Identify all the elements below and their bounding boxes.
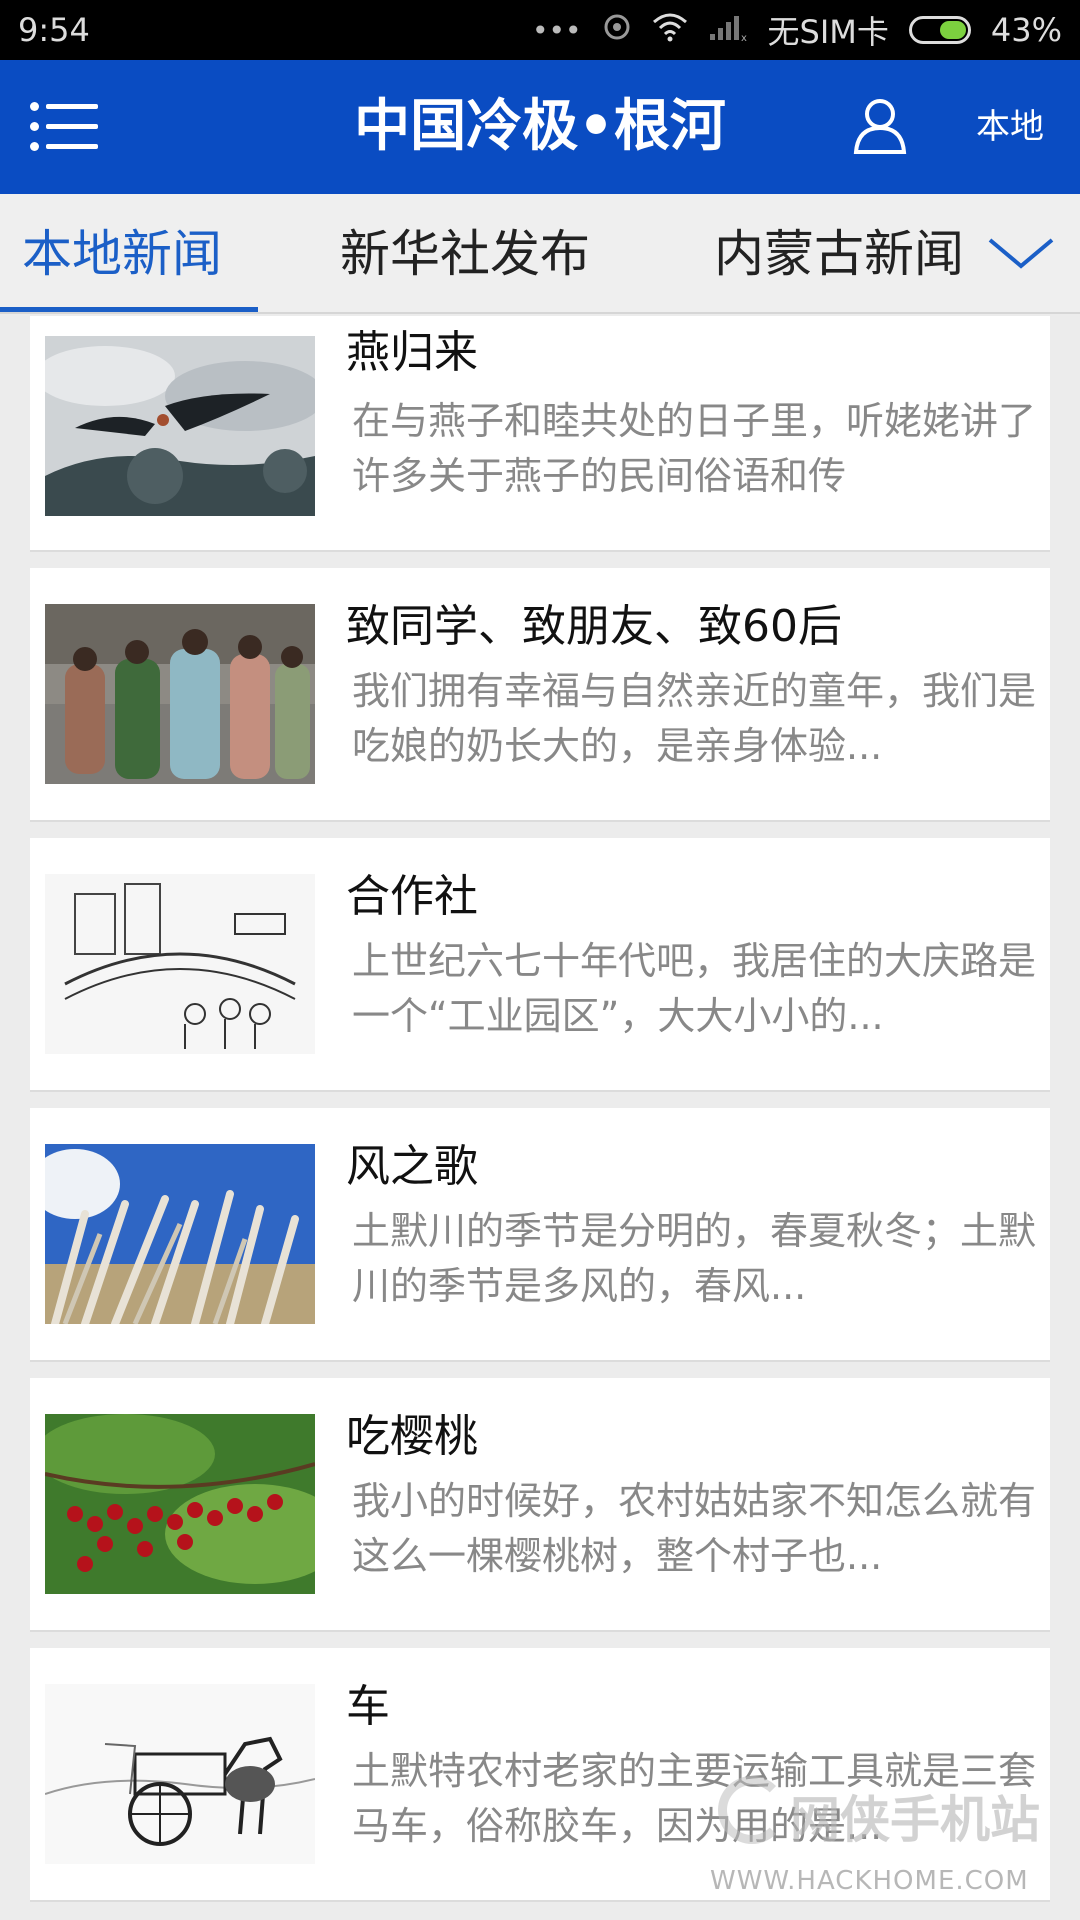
status-icons: ••• x 无SIM卡 43% [532, 7, 1062, 53]
news-title: 吃樱桃 [346, 1411, 478, 1462]
tab-xinhua[interactable]: 新华社发布 [340, 194, 590, 312]
news-item[interactable]: 吃樱桃 我小的时候好，农村姑姑家不知怎么就有这么一棵樱桃树，整个村子也... [30, 1378, 1050, 1632]
app-header: 中国冷极•根河 本地 [0, 60, 1080, 194]
battery-percent: 43% [990, 11, 1062, 49]
tab-local-news[interactable]: 本地新闻 [22, 194, 222, 312]
user-icon[interactable] [850, 96, 910, 156]
news-summary: 土默川的季节是分明的，春夏秋冬；土默川的季节是多风的，春风... [352, 1209, 1037, 1308]
battery-icon [908, 16, 971, 44]
news-summary: 我小的时候好，农村姑姑家不知怎么就有这么一棵樱桃树，整个村子也... [352, 1479, 1037, 1578]
horse-cart-sketch-image [45, 1684, 315, 1864]
app-title: 中国冷极•根河 [354, 94, 726, 159]
menu-icon[interactable] [30, 100, 102, 152]
cooperative-sketch-image [45, 874, 315, 1054]
news-title: 致同学、致朋友、致60后 [346, 601, 842, 652]
cherries-image [45, 1414, 315, 1594]
news-summary: 上世纪六七十年代吧，我居住的大庆路是一个“工业园区”，大大小小的... [352, 939, 1037, 1038]
status-bar: 9:54 ••• x 无SIM卡 43% [0, 0, 1080, 60]
news-summary: 我们拥有幸福与自然亲近的童年，我们是吃娘的奶长大的，是亲身体验... [352, 669, 1037, 768]
local-button[interactable]: 本地 [976, 100, 1044, 154]
news-title: 车 [346, 1681, 390, 1732]
tab-bar: 本地新闻 新华社发布 内蒙古新闻 [0, 194, 1080, 314]
news-item[interactable]: 燕归来 在与燕子和睦共处的日子里，听姥姥讲了许多关于燕子的民间俗语和传 [30, 316, 1050, 552]
chevron-down-icon[interactable] [986, 230, 1056, 280]
more-dots-icon: ••• [531, 13, 582, 47]
signal-icon: x [708, 12, 748, 49]
news-title: 风之歌 [346, 1141, 478, 1192]
news-item[interactable]: 车 土默特农村老家的主要运输工具就是三套马车，俗称胶车，因为用的是... [30, 1648, 1050, 1902]
news-item[interactable]: 合作社 上世纪六七十年代吧，我居住的大庆路是一个“工业园区”，大大小小的... [30, 838, 1050, 1092]
reeds-sky-image [45, 1144, 315, 1324]
news-title: 合作社 [346, 871, 478, 922]
svg-text:x: x [741, 33, 747, 42]
tab-inner-mongolia-news[interactable]: 内蒙古新闻 [714, 194, 964, 312]
news-item[interactable]: 致同学、致朋友、致60后 我们拥有幸福与自然亲近的童年，我们是吃娘的奶长大的，是… [30, 568, 1050, 822]
wifi-icon [652, 12, 688, 49]
news-title: 燕归来 [346, 327, 478, 378]
status-time: 9:54 [18, 11, 90, 49]
sim-status: 无SIM卡 [767, 13, 889, 51]
news-item[interactable]: 风之歌 土默川的季节是分明的，春夏秋冬；土默川的季节是多风的，春风... [30, 1108, 1050, 1362]
news-summary: 土默特农村老家的主要运输工具就是三套马车，俗称胶车，因为用的是... [352, 1749, 1037, 1848]
news-summary: 在与燕子和睦共处的日子里，听姥姥讲了许多关于燕子的民间俗语和传 [352, 399, 1037, 498]
tab-active-indicator [0, 307, 258, 312]
hotspot-icon [602, 12, 632, 49]
swallows-image [45, 336, 315, 516]
old-photo-people-image [45, 604, 315, 784]
